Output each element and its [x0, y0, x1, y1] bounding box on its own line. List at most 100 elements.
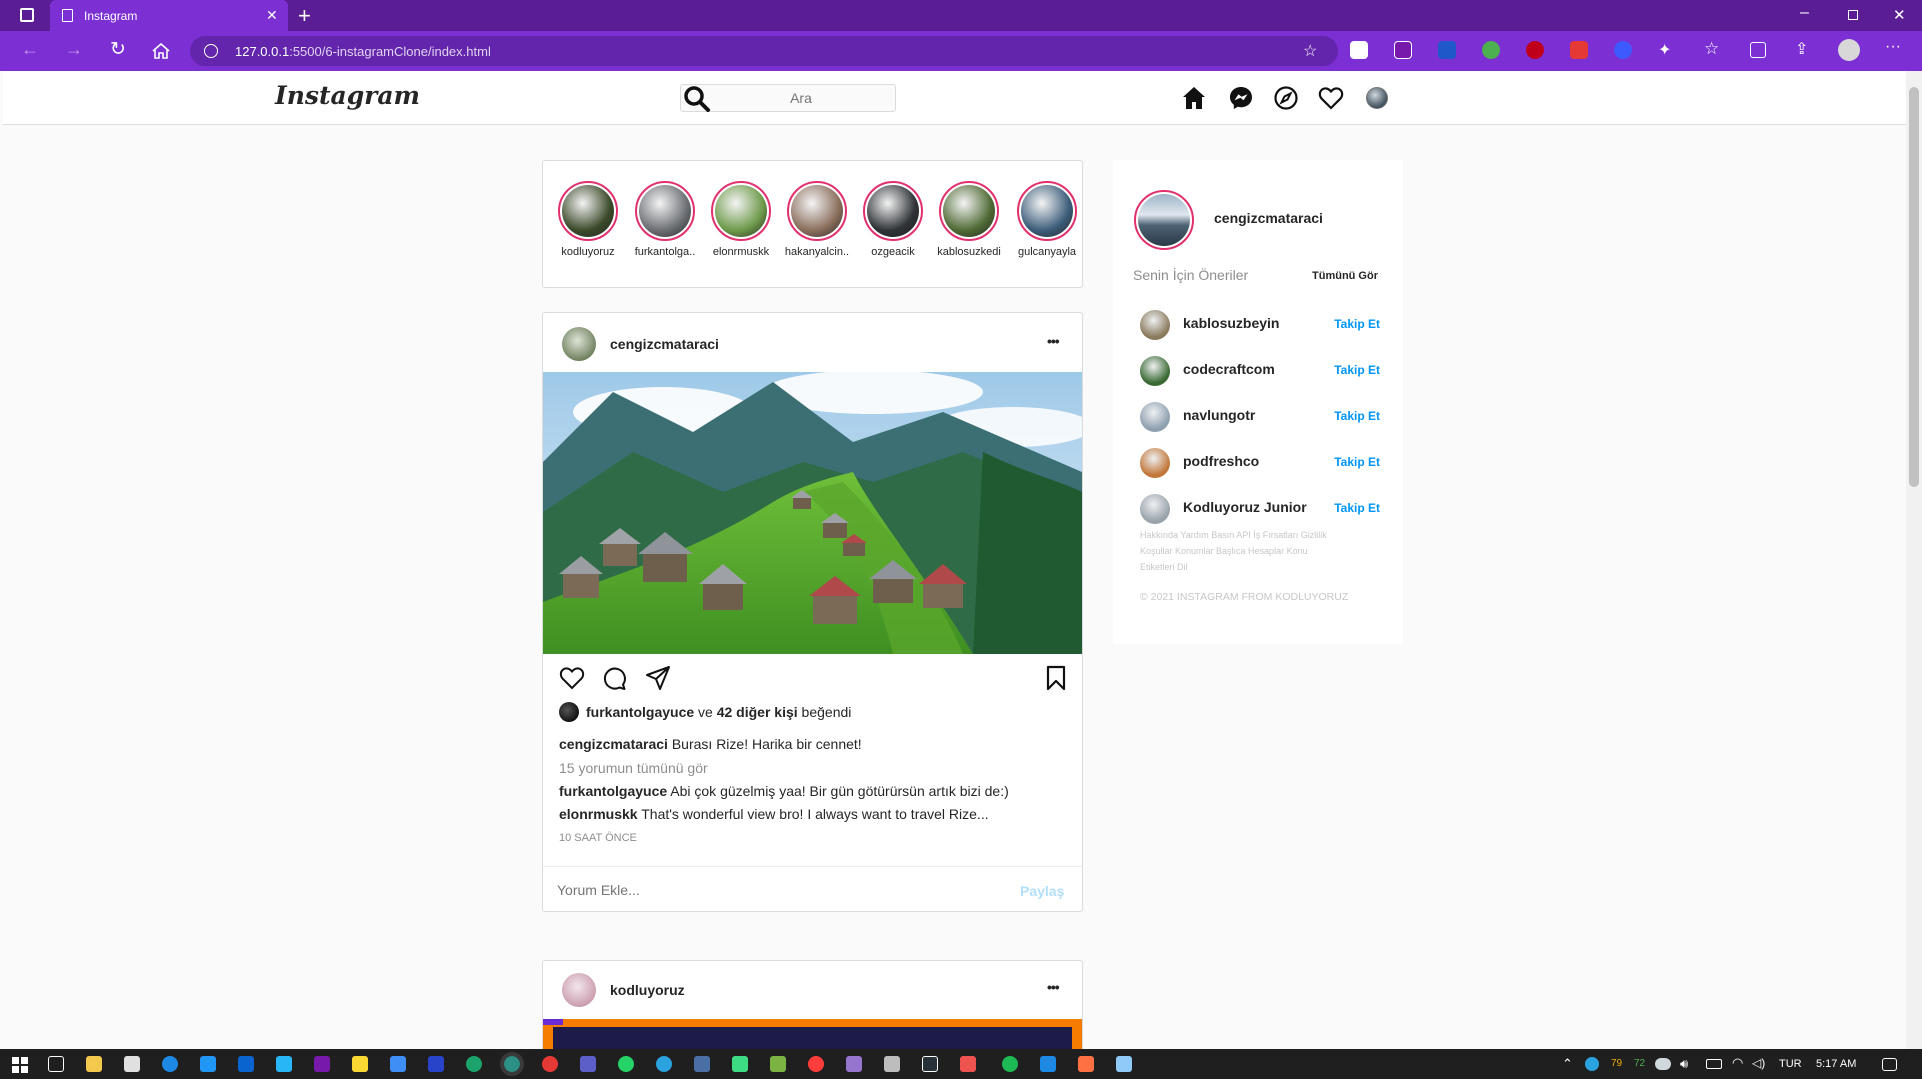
windows-start-icon[interactable]	[12, 1057, 28, 1073]
favorites-icon[interactable]: ☆	[1704, 39, 1719, 59]
suggestion-username[interactable]: codecraftcom	[1183, 361, 1275, 377]
post-more-icon[interactable]: •••	[1047, 333, 1060, 349]
post-author-name[interactable]: cengizcmataraci	[610, 336, 719, 352]
see-all-link[interactable]: Tümünü Gör	[1312, 270, 1378, 282]
liker-avatar[interactable]	[559, 702, 579, 722]
search-box[interactable]	[680, 84, 896, 112]
explore-icon[interactable]	[1273, 85, 1299, 111]
share-icon[interactable]: ⇪	[1795, 39, 1808, 59]
likes-others[interactable]: 42 diğer kişi	[717, 704, 798, 720]
suggestion-username[interactable]: podfreshco	[1183, 453, 1259, 469]
follow-button[interactable]: Takip Et	[1334, 409, 1380, 423]
tab-close-icon[interactable]: ✕	[266, 7, 278, 24]
favorite-add-icon[interactable]: ☆	[1303, 41, 1317, 61]
settings-more-icon[interactable]: ···	[1885, 38, 1901, 56]
onedrive-icon[interactable]	[162, 1056, 178, 1072]
vpn-icon[interactable]	[428, 1056, 444, 1072]
post-more-icon[interactable]: •••	[1047, 979, 1060, 995]
follow-button[interactable]: Takip Et	[1334, 501, 1380, 515]
story-item[interactable]: gulcanyayla	[1012, 181, 1082, 258]
suggestion-avatar[interactable]	[1140, 356, 1170, 386]
story-item[interactable]: elonrmuskk	[706, 181, 776, 258]
speaker-icon[interactable]: ◁)	[1752, 1056, 1765, 1070]
home-icon[interactable]	[1181, 85, 1207, 111]
messenger-icon[interactable]	[1228, 85, 1254, 111]
suggestion-username[interactable]: kablosuzbeyin	[1183, 315, 1279, 331]
extension-icon-1[interactable]	[1350, 41, 1368, 59]
story-item[interactable]: hakanyalcin..	[782, 181, 852, 258]
app-icon-2[interactable]	[770, 1056, 786, 1072]
suggestion-avatar[interactable]	[1140, 310, 1170, 340]
chrome-icon[interactable]	[542, 1056, 558, 1072]
app-icon-3[interactable]	[846, 1056, 862, 1072]
story-item[interactable]: furkantolga..	[630, 181, 700, 258]
notifications-icon[interactable]	[1882, 1058, 1897, 1071]
tab-actions-icon[interactable]	[20, 8, 34, 22]
refresh-button[interactable]: ↻	[110, 38, 126, 61]
story-item[interactable]: kodluyoruz	[553, 181, 623, 258]
caption-user[interactable]: cengizcmataraci	[559, 736, 668, 752]
edge-icon[interactable]	[466, 1056, 482, 1072]
post-image[interactable]	[543, 372, 1082, 654]
bookmark-icon[interactable]	[1045, 665, 1067, 691]
language-indicator[interactable]: TUR	[1779, 1058, 1802, 1070]
app-icon-5[interactable]	[960, 1056, 976, 1072]
battery-icon[interactable]	[1706, 1059, 1722, 1069]
story-item[interactable]: ozgeacik	[858, 181, 928, 258]
profile-avatar-browser[interactable]	[1838, 39, 1860, 61]
new-tab-button[interactable]: +	[298, 3, 311, 29]
follow-button[interactable]: Takip Et	[1334, 317, 1380, 331]
suggestion-avatar[interactable]	[1140, 494, 1170, 524]
extension-icon-6[interactable]	[1570, 41, 1588, 59]
post-author-name[interactable]: kodluyoruz	[610, 982, 685, 998]
app-icon-6[interactable]	[1078, 1056, 1094, 1072]
app-icon-1[interactable]	[694, 1056, 710, 1072]
address-field[interactable]: 127.0.0.1:5500/6-instagramClone/index.ht…	[190, 36, 1338, 66]
forward-button[interactable]: →	[65, 39, 83, 60]
extension-icon-4[interactable]	[1482, 41, 1500, 59]
home-button[interactable]	[152, 43, 170, 59]
post-author-avatar[interactable]	[562, 973, 596, 1007]
site-info-icon[interactable]	[204, 44, 218, 58]
search-input[interactable]	[711, 85, 891, 111]
close-window-button[interactable]: ✕	[1893, 6, 1906, 24]
scrollbar-thumb[interactable]	[1909, 87, 1919, 487]
teams-icon[interactable]	[580, 1056, 596, 1072]
collections-icon[interactable]	[1750, 42, 1766, 58]
network-icon[interactable]: ◠	[1732, 1055, 1743, 1071]
post-image-2[interactable]	[543, 1019, 1082, 1049]
file-explorer-icon[interactable]	[86, 1056, 102, 1072]
app-icon-4[interactable]	[884, 1056, 900, 1072]
follow-button[interactable]: Takip Et	[1334, 363, 1380, 377]
tray-telegram-icon[interactable]	[1585, 1057, 1599, 1071]
minimize-button[interactable]: –	[1800, 4, 1809, 22]
comment-input[interactable]	[557, 877, 977, 903]
likes-user[interactable]: furkantolgayuce	[586, 704, 694, 720]
follow-button[interactable]: Takip Et	[1334, 455, 1380, 469]
comment-user[interactable]: elonrmuskk	[559, 806, 638, 822]
extension-icon-7[interactable]	[1614, 41, 1632, 59]
youtube-icon[interactable]	[808, 1056, 824, 1072]
tray-chevron-icon[interactable]: ⌃	[1562, 1056, 1573, 1072]
story-item[interactable]: kablosuzkedi	[934, 181, 1004, 258]
suggestion-username[interactable]: Kodluyoruz Junior	[1183, 499, 1307, 515]
extension-ublock-icon[interactable]	[1526, 41, 1544, 59]
terminal-icon[interactable]	[922, 1056, 938, 1072]
comment-user[interactable]: furkantolgayuce	[559, 783, 667, 799]
android-icon[interactable]	[732, 1056, 748, 1072]
extension-icon-3[interactable]	[1438, 41, 1456, 59]
outlook-icon[interactable]	[238, 1056, 254, 1072]
like-icon[interactable]	[559, 665, 585, 691]
phone-icon[interactable]	[276, 1056, 292, 1072]
spotify-icon[interactable]	[1002, 1056, 1018, 1072]
mail-icon[interactable]	[200, 1056, 216, 1072]
back-button[interactable]: ←	[21, 39, 39, 60]
notepad-icon[interactable]	[1116, 1056, 1132, 1072]
view-all-comments[interactable]: 15 yorumun tümünü gör	[559, 760, 708, 776]
edge-dev-icon[interactable]	[500, 1052, 524, 1076]
weather-icon[interactable]	[1655, 1058, 1671, 1070]
share-post-icon[interactable]	[645, 665, 671, 691]
comment-icon[interactable]	[601, 665, 627, 691]
profile-avatar[interactable]	[1366, 87, 1388, 109]
extensions-icon[interactable]: ✦	[1658, 40, 1671, 60]
